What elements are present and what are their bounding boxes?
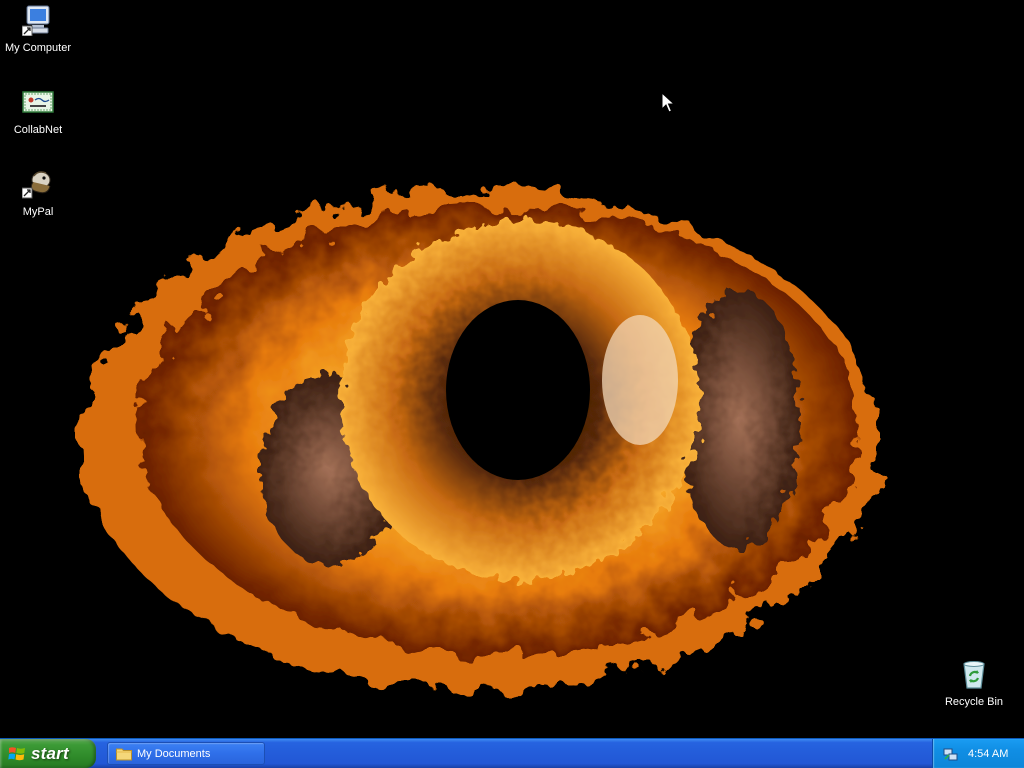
desktop-icon-label: My Computer bbox=[4, 42, 72, 54]
my-computer-icon bbox=[22, 5, 50, 36]
taskbar-button-label: My Documents bbox=[137, 747, 211, 760]
taskbar: start My Documents 4:54 AM bbox=[0, 738, 1024, 768]
taskbar-button-my-documents[interactable]: My Documents bbox=[107, 742, 265, 765]
taskbar-clock[interactable]: 4:54 AM bbox=[968, 748, 1008, 760]
desktop-icon-label: MyPal bbox=[22, 206, 54, 218]
folder-icon bbox=[116, 748, 132, 760]
start-button[interactable]: start bbox=[0, 739, 96, 768]
collabnet-icon bbox=[22, 91, 54, 113]
system-tray: 4:54 AM bbox=[932, 739, 1024, 768]
desktop-icon-collabnet[interactable]: CollabNet bbox=[0, 86, 76, 138]
desktop-icon-label: Recycle Bin bbox=[944, 696, 1004, 708]
mypal-icon bbox=[22, 171, 51, 199]
desktop-icon-my-computer[interactable]: My Computer bbox=[0, 4, 76, 56]
network-icon[interactable] bbox=[943, 746, 959, 762]
desktop[interactable]: My Computer CollabNet MyPal Recycle Bin bbox=[0, 0, 1024, 738]
desktop-icon-label: CollabNet bbox=[13, 124, 63, 136]
recycle-bin-icon bbox=[963, 661, 985, 689]
start-button-label: start bbox=[31, 743, 69, 763]
windows-logo-icon bbox=[8, 746, 25, 760]
mouse-pointer-icon bbox=[661, 92, 675, 113]
desktop-icon-recycle-bin[interactable]: Recycle Bin bbox=[936, 658, 1012, 710]
wallpaper-flaming-eye bbox=[80, 190, 880, 690]
desktop-icon-mypal[interactable]: MyPal bbox=[0, 168, 76, 220]
